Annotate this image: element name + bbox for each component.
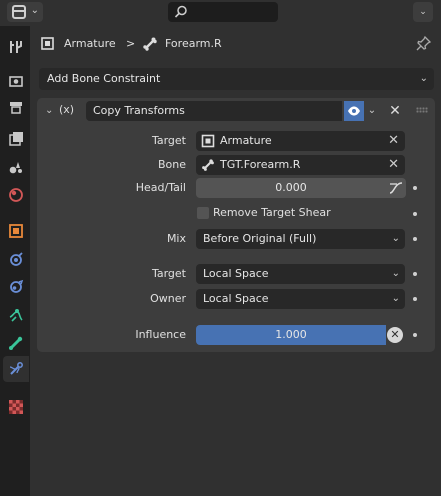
- chevron-down-icon: ⌄: [391, 233, 400, 244]
- tool-icon: [10, 41, 22, 53]
- tab-object[interactable]: [3, 218, 29, 244]
- properties-header: ⌄ ⌄: [0, 0, 441, 26]
- search-icon: [174, 5, 187, 18]
- remove-shear-row: Remove Target Shear: [37, 204, 435, 224]
- remove-shear-label: Remove Target Shear: [213, 206, 331, 219]
- influence-row: Influence 1.000 ✕: [37, 325, 435, 345]
- headtail-slider[interactable]: 0.000: [196, 178, 386, 198]
- options-button[interactable]: ⌄: [413, 2, 433, 22]
- tab-view-layer[interactable]: [3, 126, 29, 152]
- tab-output[interactable]: [3, 94, 29, 120]
- armature-object-icon: [201, 134, 215, 148]
- influence-slider[interactable]: 1.000: [196, 325, 386, 345]
- bone-value: TGT.Forearm.R: [220, 158, 301, 171]
- mix-value: Before Original (Full): [203, 232, 317, 245]
- tab-scene[interactable]: [3, 154, 29, 180]
- search-input[interactable]: [168, 2, 278, 22]
- animate-property-dot[interactable]: [413, 186, 417, 190]
- clear-bone-icon[interactable]: ✕: [388, 155, 399, 175]
- owner-space-dropdown[interactable]: Local Space ⌄: [196, 289, 405, 309]
- bbone-curve-icon: [389, 182, 403, 194]
- output-icon: [10, 102, 22, 114]
- tab-modifiers[interactable]: [3, 246, 29, 272]
- object-icon: [9, 224, 23, 238]
- target-space-dropdown[interactable]: Local Space ⌄: [196, 264, 405, 284]
- owner-space-row: Owner Local Space ⌄: [37, 289, 435, 309]
- headtail-label: Head/Tail: [135, 181, 186, 194]
- target-field[interactable]: Armature ✕: [196, 131, 405, 151]
- render-icon: [9, 76, 23, 87]
- tab-world[interactable]: [3, 182, 29, 208]
- editor-type-button[interactable]: ⌄: [7, 2, 43, 22]
- object-constraint-icon: [9, 309, 23, 322]
- bone-field[interactable]: TGT.Forearm.R ✕: [196, 155, 405, 175]
- animate-property-dot[interactable]: [413, 212, 417, 216]
- tab-render[interactable]: [3, 68, 29, 94]
- mix-label: Mix: [166, 232, 186, 245]
- breadcrumb-separator: >: [126, 37, 136, 50]
- bone-icon: [143, 37, 157, 51]
- animate-property-dot[interactable]: [413, 297, 417, 301]
- constraint-menu-button[interactable]: ⌄: [364, 101, 380, 121]
- influence-label: Influence: [135, 328, 186, 341]
- animate-property-dot[interactable]: [413, 237, 417, 241]
- add-bone-constraint-button[interactable]: Add Bone Constraint ⌄: [39, 68, 434, 90]
- target-space-label: Target: [151, 267, 186, 280]
- modifier-icon: [10, 252, 23, 266]
- copy-transforms-panel: ⌄ (x) Copy Transforms ⌄ ✕ Target Armatur…: [37, 98, 435, 352]
- target-space-value: Local Space: [203, 267, 269, 280]
- owner-space-label: Owner: [150, 292, 186, 305]
- scene-icon: [9, 162, 22, 174]
- world-icon: [9, 188, 23, 202]
- mix-row: Mix Before Original (Full) ⌄: [37, 229, 435, 249]
- object-data-icon: [9, 336, 23, 350]
- tab-physics[interactable]: [3, 274, 29, 300]
- bone-icon: [202, 159, 214, 171]
- bone-row: Bone TGT.Forearm.R ✕: [37, 155, 435, 175]
- properties-tab-strip: [0, 26, 30, 496]
- tab-bone-constraints[interactable]: [3, 356, 29, 382]
- owner-space-value: Local Space: [203, 292, 269, 305]
- properties-editor-icon: [12, 5, 26, 19]
- tab-texture[interactable]: [3, 394, 29, 420]
- tab-object-constraints[interactable]: [3, 302, 29, 328]
- texture-icon: [9, 400, 23, 414]
- drag-handle[interactable]: [416, 107, 428, 113]
- properties-content: Armature > Forearm.R Add Bone Constraint…: [30, 26, 441, 496]
- target-space-row: Target Local Space ⌄: [37, 264, 435, 284]
- armature-object-icon: [41, 37, 54, 50]
- use-bbone-shape-toggle[interactable]: [386, 178, 406, 198]
- bone-constraint-icon: [9, 362, 23, 375]
- view-layer-icon: [9, 132, 23, 146]
- add-bone-constraint-label: Add Bone Constraint: [47, 72, 161, 85]
- constraint-name-field[interactable]: Copy Transforms: [86, 101, 342, 121]
- chevron-down-icon: ⌄: [30, 5, 39, 16]
- eye-icon: [348, 106, 360, 116]
- chevron-down-icon: ⌄: [419, 73, 428, 84]
- remove-shear-checkbox[interactable]: [197, 207, 209, 219]
- tab-object-data[interactable]: [3, 330, 29, 356]
- animate-property-dot[interactable]: [413, 272, 417, 276]
- breadcrumb-bone: Forearm.R: [165, 37, 222, 50]
- clear-target-icon[interactable]: ✕: [388, 131, 399, 151]
- mix-dropdown[interactable]: Before Original (Full) ⌄: [196, 229, 405, 249]
- collapse-chevron-icon[interactable]: ⌄: [45, 105, 53, 116]
- bone-label: Bone: [157, 158, 186, 171]
- enable-toggle[interactable]: [344, 101, 364, 121]
- target-row: Target Armature ✕: [37, 131, 435, 151]
- physics-icon: [10, 279, 24, 293]
- target-value: Armature: [220, 134, 272, 147]
- chevron-down-icon: ⌄: [391, 268, 400, 279]
- delete-constraint-button[interactable]: ✕: [387, 101, 403, 121]
- tab-tool[interactable]: [3, 34, 29, 60]
- disable-keep-transform-icon[interactable]: ✕: [387, 327, 403, 343]
- animate-property-dot[interactable]: [413, 333, 417, 337]
- target-label: Target: [151, 134, 186, 147]
- headtail-row: Head/Tail 0.000: [37, 178, 435, 198]
- breadcrumb-object: Armature: [64, 37, 116, 50]
- chevron-down-icon: ⌄: [391, 293, 400, 304]
- constraint-type-icon: (x): [59, 103, 75, 116]
- pin-icon[interactable]: [416, 35, 432, 51]
